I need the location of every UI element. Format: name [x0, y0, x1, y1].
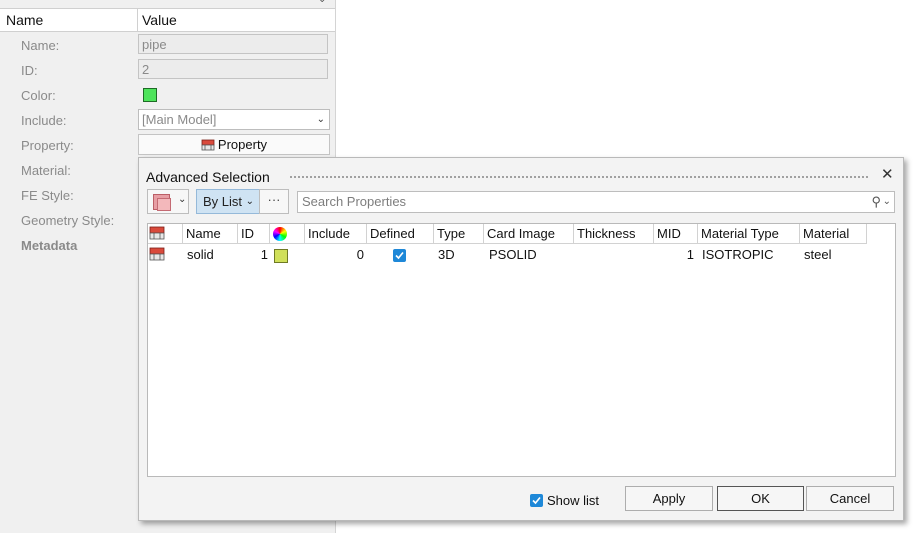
apply-button[interactable]: Apply — [625, 486, 713, 511]
cancel-button[interactable]: Cancel — [806, 486, 894, 511]
include-label: Include: — [21, 113, 67, 128]
column-header-type[interactable]: Type — [434, 224, 484, 244]
search-placeholder: Search Properties — [302, 194, 407, 209]
properties-table: Name ID Include Defined Type Card Image … — [147, 223, 896, 477]
column-header-defined[interactable]: Defined — [367, 224, 434, 244]
value-column-header[interactable]: Value — [142, 12, 177, 28]
property-icon — [149, 226, 165, 240]
column-header-material-type[interactable]: Material Type — [698, 224, 800, 244]
collapse-caret-icon[interactable]: ⌄ — [318, 0, 326, 5]
cell-id: 1 — [260, 247, 268, 262]
color-wheel-icon — [273, 227, 287, 241]
by-list-dropdown[interactable]: By List ⌄ — [196, 189, 260, 214]
cell-defined-checkbox[interactable] — [393, 249, 406, 262]
show-list-label: Show list — [547, 493, 600, 508]
id-field[interactable]: 2 — [138, 59, 328, 79]
property-icon — [149, 247, 165, 261]
material-label: Material: — [21, 163, 71, 178]
more-options-button[interactable]: ··· — [259, 189, 289, 214]
cell-include: 0 — [356, 247, 364, 262]
search-input[interactable]: Search Properties ⚲ ⌄ — [297, 191, 895, 213]
column-header-include[interactable]: Include — [305, 224, 367, 244]
include-select[interactable]: [Main Model] ⌄ — [138, 109, 330, 130]
cell-type: 3D — [438, 247, 455, 262]
column-header-name[interactable]: Name — [183, 224, 238, 244]
id-label: ID: — [21, 63, 38, 78]
column-header-id[interactable]: ID — [238, 224, 270, 244]
include-value: [Main Model] — [142, 112, 217, 127]
advanced-selection-dialog: Advanced Selection ✕ ⌄ By List ⌄ ··· Sea… — [138, 157, 904, 521]
property-label: Property: — [21, 138, 74, 153]
chevron-down-icon: ⌄ — [178, 194, 187, 205]
icon-column-header[interactable] — [148, 224, 183, 244]
cell-name: solid — [187, 247, 214, 262]
cell-mid: 1 — [686, 247, 694, 262]
column-header-mid[interactable]: MID — [654, 224, 698, 244]
color-label: Color: — [21, 88, 56, 103]
column-header-card-image[interactable]: Card Image — [484, 224, 574, 244]
property-button[interactable]: Property — [138, 134, 330, 155]
close-icon[interactable]: ✕ — [881, 165, 894, 183]
ok-button[interactable]: OK — [717, 486, 804, 511]
panel-header: Name Value — [0, 8, 335, 32]
fe-style-label: FE Style: — [21, 188, 74, 203]
name-column-header[interactable]: Name — [6, 12, 43, 28]
column-header-color[interactable] — [270, 224, 305, 244]
entity-type-dropdown[interactable]: ⌄ — [147, 189, 189, 214]
by-list-label: By List — [203, 194, 243, 209]
chevron-down-icon[interactable]: ⌄ — [883, 192, 891, 212]
cell-material: steel — [804, 247, 832, 262]
column-header-thickness[interactable]: Thickness — [574, 224, 654, 244]
property-icon — [201, 139, 215, 151]
cell-material-type: ISOTROPIC — [702, 247, 774, 262]
search-icon[interactable]: ⚲ — [871, 192, 881, 212]
color-swatch[interactable] — [143, 88, 157, 102]
cell-color-swatch[interactable] — [274, 249, 288, 263]
name-field[interactable]: pipe — [138, 34, 328, 54]
chevron-down-icon: ⌄ — [316, 114, 325, 125]
column-divider[interactable] — [137, 9, 138, 31]
show-list-check[interactable] — [530, 494, 543, 507]
entity-type-icon-overlay — [157, 198, 171, 211]
geometry-style-label: Geometry Style: — [21, 213, 115, 228]
cell-card-image: PSOLID — [489, 247, 537, 262]
drag-handle[interactable] — [289, 175, 869, 180]
property-button-label: Property — [217, 137, 268, 152]
dialog-title: Advanced Selection — [146, 169, 270, 185]
name-label: Name: — [21, 38, 60, 53]
column-header-material[interactable]: Material — [800, 224, 867, 244]
metadata-label[interactable]: Metadata — [21, 238, 77, 253]
chevron-down-icon: ⌄ — [245, 196, 254, 207]
